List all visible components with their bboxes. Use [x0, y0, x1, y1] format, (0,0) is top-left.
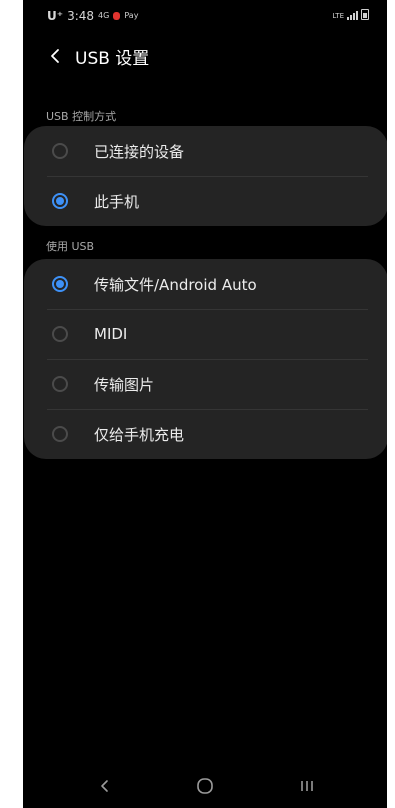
signal-icon	[347, 11, 358, 20]
status-bar: U⁺ 3:48 4G Pay LTE	[23, 0, 387, 34]
option-label: 此手机	[94, 192, 140, 211]
radio-unchecked-icon[interactable]	[52, 426, 68, 442]
battery-icon	[361, 9, 369, 20]
option-transfer-files[interactable]: 传输文件/Android Auto	[24, 259, 387, 309]
network-icon: 4G	[98, 11, 110, 20]
app-header: USB 设置	[23, 38, 387, 74]
recents-bars-icon	[301, 781, 313, 791]
phone-screen: U⁺ 3:48 4G Pay LTE USB 设置 USB 控制方式 已连接的设…	[23, 0, 387, 808]
nav-recents-button[interactable]	[295, 776, 319, 796]
nav-back-button[interactable]	[93, 776, 117, 796]
section-label-use-usb: 使用 USB	[46, 240, 95, 253]
clock: 3:48	[67, 9, 95, 23]
status-right: LTE	[332, 9, 369, 20]
option-label: 仅给手机充电	[94, 425, 185, 444]
notification-icon	[113, 12, 121, 20]
section-label-usb-control: USB 控制方式	[46, 110, 117, 123]
carrier-label: U⁺	[47, 9, 64, 23]
chevron-left-icon	[51, 49, 59, 63]
back-chevron-icon	[101, 780, 108, 792]
radio-checked-icon[interactable]	[52, 193, 68, 209]
radio-unchecked-icon[interactable]	[52, 376, 68, 392]
option-label: 传输文件/Android Auto	[94, 275, 257, 294]
radio-checked-icon[interactable]	[52, 276, 68, 292]
option-midi[interactable]: MIDI	[24, 309, 387, 359]
option-connected-device[interactable]: 已连接的设备	[24, 126, 387, 176]
radio-unchecked-icon[interactable]	[52, 326, 68, 342]
status-left: U⁺ 3:48 4G Pay	[47, 9, 138, 23]
home-circle-icon	[197, 778, 213, 794]
back-button[interactable]	[43, 44, 67, 68]
nav-home-button[interactable]	[193, 776, 217, 796]
page-title: USB 设置	[75, 48, 150, 69]
use-usb-card: 传输文件/Android Auto MIDI 传输图片 仅给手机充电	[24, 259, 387, 459]
option-label: 传输图片	[94, 375, 155, 394]
option-label: MIDI	[94, 325, 128, 343]
option-label: 已连接的设备	[94, 142, 185, 161]
option-charge-only[interactable]: 仅给手机充电	[24, 409, 387, 459]
usb-control-card: 已连接的设备 此手机	[24, 126, 387, 226]
navigation-bar	[23, 764, 387, 808]
option-this-phone[interactable]: 此手机	[24, 176, 387, 226]
pay-icon: Pay	[124, 11, 139, 20]
option-transfer-images[interactable]: 传输图片	[24, 359, 387, 409]
radio-unchecked-icon[interactable]	[52, 143, 68, 159]
lte-icon: LTE	[332, 12, 344, 20]
